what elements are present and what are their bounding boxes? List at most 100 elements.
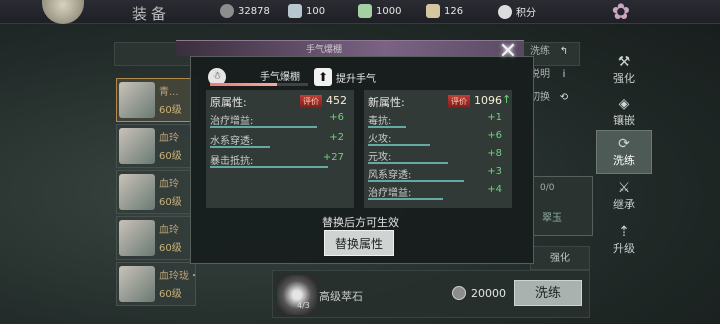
item-thumbnail xyxy=(119,174,155,210)
points-label: 积分 xyxy=(516,8,536,19)
rating-tag: 评价 xyxy=(448,95,470,108)
attribute-bar xyxy=(368,180,465,182)
replace-attributes-button[interactable]: 替换属性 xyxy=(324,230,394,256)
attribute-name: 风系穿透: xyxy=(368,170,412,181)
function-sidebar: ⚒ 强化 ◈ 镶嵌 ⟳ 洗练 ⚔ 继承 ⇡ 升级 xyxy=(596,30,654,324)
cost-value: 20000 xyxy=(471,286,506,300)
attribute-row: 治疗增益: +6 xyxy=(210,112,344,130)
list-item[interactable]: 血玲珑・链 60级 xyxy=(116,262,197,306)
attribute-value: +3 xyxy=(487,166,502,177)
points-button[interactable]: 积分 xyxy=(498,4,536,19)
sidebar-item-strengthen[interactable]: ⚒ 强化 xyxy=(596,48,652,92)
rating-tag: 评价 xyxy=(300,95,322,108)
attribute-row: 暴击抵抗: +27 xyxy=(210,152,344,170)
old-attributes-panel: 原属性: 评价 452 治疗增益: +6 水系穿透: +2 暴击抵抗: +27 xyxy=(206,90,354,208)
undo-icon: ↰ xyxy=(559,46,569,57)
slot-count: 0/0 xyxy=(540,183,555,193)
item-level: 60级 xyxy=(159,289,182,300)
new-attributes-label: 新属性: xyxy=(368,96,405,109)
resource-scroll: 126 xyxy=(426,4,463,18)
sidebar-item-upgrade[interactable]: ⇡ 升级 xyxy=(596,218,652,262)
dialog-header: 手气爆棚 xyxy=(176,40,524,56)
refine-cost: 20000 xyxy=(452,286,506,300)
attribute-value: +8 xyxy=(487,148,502,159)
luck-progress-bar xyxy=(210,83,308,86)
luck-progress-fill xyxy=(210,83,277,86)
hammer-icon: ⚒ xyxy=(617,54,631,70)
gem-slot[interactable]: 0/0 翠玉 xyxy=(533,176,593,236)
attribute-name: 治疗增益: xyxy=(368,188,412,199)
stone-name: 高级萃石 xyxy=(319,290,363,303)
attribute-name: 水系穿透: xyxy=(210,136,254,147)
sidebar-item-label: 升级 xyxy=(613,242,635,255)
attribute-row: 火攻: +6 xyxy=(368,130,502,148)
resource-value: 126 xyxy=(444,5,464,17)
sidebar-item-inherit[interactable]: ⚔ 继承 xyxy=(596,174,652,218)
old-attributes-header: 原属性: 评价 452 xyxy=(210,94,350,110)
luck-name: 手气爆棚 xyxy=(260,72,300,83)
sidebar-item-refine[interactable]: ⟳ 洗练 xyxy=(596,130,652,174)
old-score: 452 xyxy=(326,94,347,107)
refine-button[interactable]: 洗练 xyxy=(514,280,582,306)
luck-row: ☃ 手气爆棚 ⬆ 提升手气 xyxy=(206,66,514,88)
attribute-value: +1 xyxy=(487,112,502,123)
item-thumbnail xyxy=(119,82,155,118)
attribute-value: +6 xyxy=(329,112,344,123)
attribute-bar xyxy=(368,126,406,128)
stone-count: 4/3 xyxy=(297,301,310,310)
moon-emblem xyxy=(42,0,84,24)
coin-icon xyxy=(452,286,466,300)
attribute-bar xyxy=(210,146,271,148)
attribute-row: 毒抗: +1 xyxy=(368,112,502,130)
item-thumbnail xyxy=(119,128,155,164)
attribute-bar xyxy=(368,198,444,200)
background-options: 洗练 ↰ 说明 i 切换 ⟲ xyxy=(530,40,590,110)
refine-icon: ⟳ xyxy=(618,136,630,152)
item-level: 60级 xyxy=(159,197,182,208)
strengthen-tab[interactable]: 强化 xyxy=(530,246,590,270)
sidebar-item-inlay[interactable]: ◈ 镶嵌 xyxy=(596,90,652,134)
arrow-up-icon[interactable]: ⬆ xyxy=(314,68,332,86)
option-help[interactable]: 说明 i xyxy=(530,63,590,86)
upgrade-luck-label[interactable]: 提升手气 xyxy=(336,70,376,85)
attribute-bar xyxy=(368,144,430,146)
attribute-row: 治疗增益: +4 xyxy=(368,184,502,202)
item-level: 60级 xyxy=(159,243,182,254)
attribute-row: 风系穿透: +3 xyxy=(368,166,502,184)
dialog-header-text: 手气爆棚 xyxy=(306,45,343,55)
list-item[interactable]: 血玲 60级 xyxy=(116,216,196,260)
jade-icon xyxy=(358,4,372,18)
ingot-icon xyxy=(288,4,302,18)
resource-coin: 32878 xyxy=(220,4,270,18)
sidebar-item-label: 洗练 xyxy=(613,154,635,167)
attribute-row: 元攻: +8 xyxy=(368,148,502,166)
attribute-row: 水系穿透: +2 xyxy=(210,132,344,150)
resource-value: 1000 xyxy=(376,5,402,17)
resource-value: 100 xyxy=(306,5,326,17)
attribute-bar xyxy=(210,166,328,168)
list-item[interactable]: 青... 60级 xyxy=(116,78,196,122)
attribute-value: +6 xyxy=(487,130,502,141)
sidebar-item-label: 继承 xyxy=(613,198,635,211)
old-attributes-label: 原属性: xyxy=(210,96,247,109)
top-bar: 装备 32878 100 1000 126 积分 ✿ xyxy=(0,0,720,24)
close-icon[interactable]: ✕ xyxy=(494,40,522,66)
item-thumbnail xyxy=(119,266,155,302)
scroll-icon xyxy=(426,4,440,18)
list-item[interactable]: 血玲 60级 xyxy=(116,170,196,214)
effect-note: 替换后方可生效 xyxy=(322,216,399,229)
attribute-name: 治疗增益: xyxy=(210,116,254,127)
item-name: 血玲珑・链 xyxy=(159,271,197,282)
attribute-name: 暴击抵抗: xyxy=(210,156,254,167)
score-up-arrow-icon: ↑ xyxy=(502,93,512,106)
resource-ingot: 100 xyxy=(288,4,325,18)
new-score: 1096 xyxy=(474,94,502,107)
option-switch[interactable]: 切换 ⟲ xyxy=(530,86,590,109)
attribute-value: +4 xyxy=(487,184,502,195)
page-title: 装备 xyxy=(132,5,171,23)
points-icon xyxy=(498,4,512,19)
item-level: 60级 xyxy=(159,105,182,116)
list-item[interactable]: 血玲 60级 xyxy=(116,124,196,168)
option-refine[interactable]: 洗练 ↰ xyxy=(530,40,590,63)
sidebar-item-label: 强化 xyxy=(613,72,635,85)
